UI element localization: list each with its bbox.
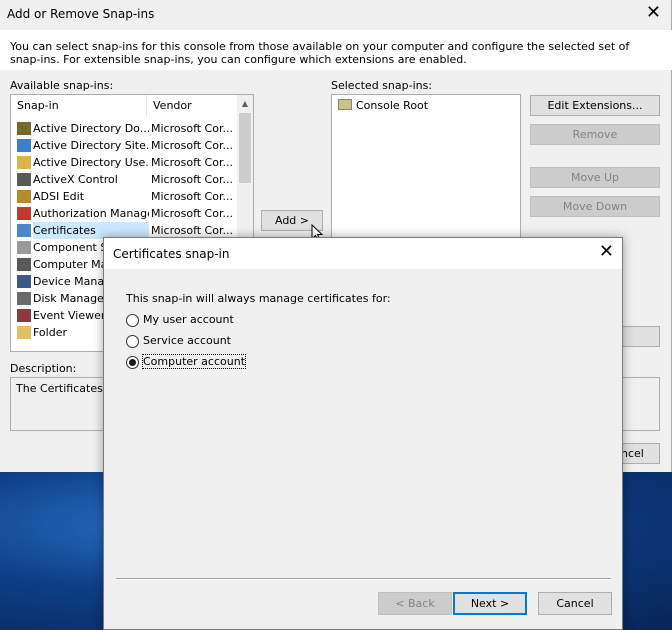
- snapin-name: ADSI Edit: [33, 190, 85, 203]
- snapin-vendor: Microsoft Cor...: [151, 122, 233, 135]
- scroll-up-icon[interactable]: ▲: [237, 95, 253, 112]
- radio-button-checked[interactable]: [126, 356, 139, 369]
- column-header-vendor[interactable]: Vendor: [147, 95, 239, 117]
- folder-icon: [338, 99, 352, 110]
- scroll-thumb[interactable]: [239, 113, 251, 183]
- radio-button[interactable]: [126, 335, 139, 348]
- list-item[interactable]: Authorization Manager Microsoft Cor...: [11, 205, 239, 222]
- adsi-edit-icon: [17, 190, 31, 203]
- description-label: Description:: [10, 362, 77, 375]
- snapin-name: Active Directory Use...: [33, 156, 149, 169]
- radio-label[interactable]: My user account: [143, 313, 234, 326]
- disk-management-icon: [17, 292, 31, 305]
- column-header-snapin[interactable]: Snap-in: [11, 95, 147, 117]
- console-root-item[interactable]: Console Root: [338, 98, 428, 114]
- snapin-name: Authorization Manager: [33, 207, 149, 220]
- dialog-lead-text: This snap-in will always manage certific…: [126, 292, 391, 305]
- dialog-separator: [116, 578, 611, 580]
- snapin-vendor: Microsoft Cor...: [151, 139, 233, 152]
- dialog-title: Certificates snap-in: [113, 247, 230, 261]
- move-down-button[interactable]: Move Down: [530, 196, 660, 217]
- radio-label[interactable]: Service account: [143, 334, 231, 347]
- certificates-snapin-dialog: Certificates snap-in ✕ This snap-in will…: [103, 237, 623, 630]
- remove-button[interactable]: Remove: [530, 124, 660, 145]
- activex-icon: [17, 173, 31, 186]
- computer-management-icon: [17, 258, 31, 271]
- close-icon[interactable]: ✕: [646, 2, 661, 23]
- intro-text: You can select snap-ins for this console…: [10, 40, 630, 66]
- snapin-name: Active Directory Site...: [33, 139, 149, 152]
- move-up-button[interactable]: Move Up: [530, 167, 660, 188]
- snapin-vendor: Microsoft Cor...: [151, 190, 233, 203]
- ad-domains-icon: [17, 122, 31, 135]
- list-item[interactable]: Active Directory Do... Microsoft Cor...: [11, 120, 239, 137]
- next-button[interactable]: Next >: [453, 592, 527, 615]
- selected-snapins-list[interactable]: Console Root: [331, 94, 521, 244]
- radio-button[interactable]: [126, 314, 139, 327]
- selected-snapins-label: Selected snap-ins:: [331, 79, 433, 92]
- edit-extensions-button[interactable]: Edit Extensions...: [530, 95, 660, 116]
- snapin-vendor: Microsoft Cor...: [151, 173, 233, 186]
- window-title: Add or Remove Snap-ins: [7, 7, 155, 21]
- authorization-icon: [17, 207, 31, 220]
- component-services-icon: [17, 241, 31, 254]
- back-button[interactable]: < Back: [378, 592, 452, 615]
- radio-label[interactable]: Computer account: [141, 354, 247, 369]
- event-viewer-icon: [17, 309, 31, 322]
- snapin-vendor: Microsoft Cor...: [151, 156, 233, 169]
- certificates-icon: [17, 224, 31, 237]
- folder-icon: [17, 326, 31, 339]
- list-item[interactable]: ActiveX Control Microsoft Cor...: [11, 171, 239, 188]
- cancel-button[interactable]: Cancel: [538, 592, 612, 615]
- snapin-name: ActiveX Control: [33, 173, 118, 186]
- close-icon[interactable]: ✕: [599, 242, 614, 262]
- ad-sites-icon: [17, 139, 31, 152]
- snapin-vendor: Microsoft Cor...: [151, 207, 233, 220]
- device-manager-icon: [17, 275, 31, 288]
- available-snapins-label: Available snap-ins:: [10, 79, 114, 92]
- snapin-name: Active Directory Do...: [33, 122, 149, 135]
- console-root-label: Console Root: [356, 99, 429, 112]
- list-item[interactable]: Active Directory Use... Microsoft Cor...: [11, 154, 239, 171]
- dialog-titlebar: Certificates snap-in ✕: [104, 238, 622, 269]
- list-item[interactable]: ADSI Edit Microsoft Cor...: [11, 188, 239, 205]
- list-item[interactable]: Active Directory Site... Microsoft Cor...: [11, 137, 239, 154]
- ad-users-icon: [17, 156, 31, 169]
